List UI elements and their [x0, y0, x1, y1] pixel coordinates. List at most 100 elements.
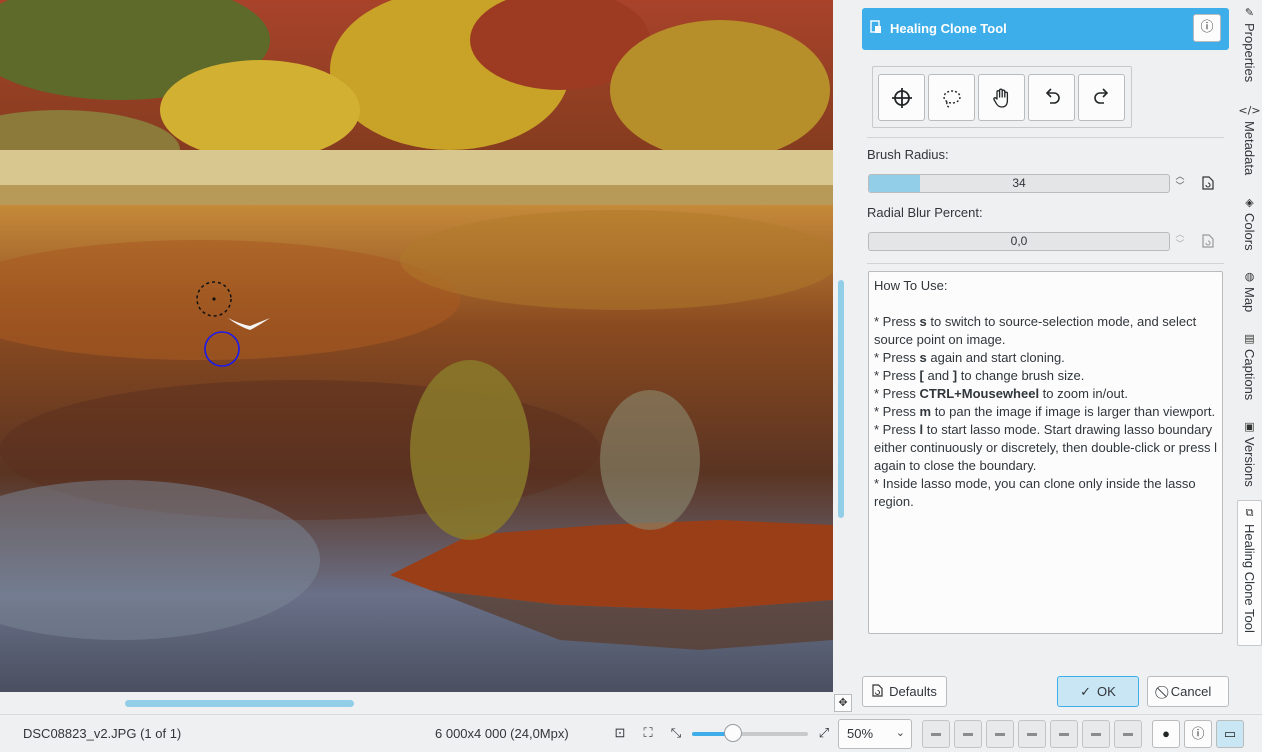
- brush-radius-slider[interactable]: 34: [868, 174, 1170, 193]
- howto-line: * Press s again and start cloning.: [874, 349, 1217, 367]
- tool-toolbar: [872, 66, 1132, 128]
- howto-text: to start lasso mode. Start drawing lasso…: [874, 422, 1217, 473]
- howto-text: * Press: [874, 404, 920, 419]
- howto-line: * Press [ and ] to change brush size.: [874, 367, 1217, 385]
- layout-thumbnails-button[interactable]: ▬: [922, 720, 950, 748]
- layout-filmstrip-button[interactable]: ▬: [954, 720, 982, 748]
- layout-grid-button[interactable]: ▬: [1082, 720, 1110, 748]
- zoom-slider-handle[interactable]: [723, 724, 742, 742]
- howto-text: again and start cloning.: [926, 350, 1065, 365]
- fit-to-window-icon[interactable]: ⛶: [640, 725, 656, 741]
- howto-line: * Press m to pan the image if image is l…: [874, 403, 1217, 421]
- checkmark-icon: ✓: [1080, 683, 1092, 699]
- howto-line: * Press l to start lasso mode. Start dra…: [874, 421, 1217, 475]
- info-icon: ⓘ: [1191, 726, 1205, 741]
- howto-text: to zoom in/out.: [1039, 386, 1128, 401]
- tab-metadata[interactable]: </> Metadata: [1237, 104, 1262, 175]
- tool-header: Healing Clone Tool ⓘ: [862, 8, 1229, 50]
- howto-key: CTRL+Mousewheel: [919, 386, 1040, 401]
- brush-radius-spinner[interactable]: ︿ ﹀: [1173, 172, 1187, 194]
- properties-icon: ✎: [1244, 6, 1255, 19]
- howto-text: * Press: [874, 314, 920, 329]
- chevron-down-icon: ⌄: [895, 727, 905, 739]
- lasso-icon: [942, 89, 961, 108]
- zoom-to-100-icon[interactable]: ⊡: [612, 725, 628, 741]
- tab-properties[interactable]: ✎ Properties: [1237, 6, 1262, 82]
- status-bar: DSC08823_v2.JPG (1 of 1) 6 000x4 000 (24…: [0, 714, 1262, 752]
- tab-captions[interactable]: ▤ Captions: [1237, 332, 1262, 400]
- tab-label: Properties: [1242, 23, 1257, 83]
- info-button[interactable]: ⓘ: [1193, 14, 1221, 42]
- cancel-label: Cancel: [1170, 684, 1212, 699]
- lasso-button[interactable]: [928, 74, 975, 121]
- redo-button[interactable]: [1078, 74, 1125, 121]
- tab-label: Metadata: [1242, 121, 1257, 176]
- captions-icon: ▤: [1244, 332, 1255, 345]
- radial-blur-reset-icon[interactable]: [1202, 234, 1218, 250]
- crosshair-icon: [891, 87, 912, 108]
- layout-stack-button[interactable]: ▬: [1114, 720, 1142, 748]
- select-source-button[interactable]: [878, 74, 925, 121]
- howto-line: * Press s to switch to source-selection …: [874, 313, 1217, 349]
- fit-to-selection-icon[interactable]: ⤡: [668, 725, 684, 741]
- navigate-corner-icon[interactable]: ✥: [834, 694, 852, 712]
- zoom-select[interactable]: 50% ⌄: [838, 719, 912, 749]
- image-info-button[interactable]: ●: [1152, 720, 1180, 748]
- image-canvas[interactable]: [0, 0, 833, 692]
- hand-icon: [992, 88, 1008, 108]
- howto-text: to change brush size.: [957, 368, 1085, 383]
- info-icon: ⓘ: [1200, 20, 1214, 35]
- radial-blur-value: 0,0: [1010, 234, 1028, 248]
- sidebar-tabs: ✎ Properties </> Metadata ◈ Colors ◍ Map…: [1237, 0, 1262, 714]
- radial-blur-label: Radial Blur Percent:: [867, 205, 983, 220]
- tab-label: Healing Clone Tool: [1242, 524, 1257, 633]
- tool-panel: Healing Clone Tool ⓘ Brush Radius: 34 ︿ ﹀…: [855, 0, 1235, 714]
- howto-text: How To Use:: [874, 278, 948, 293]
- tab-map[interactable]: ◍ Map: [1237, 270, 1262, 312]
- tab-label: Colors: [1242, 213, 1257, 251]
- layout-split-button[interactable]: ▬: [986, 720, 1014, 748]
- brush-radius-label: Brush Radius:: [867, 147, 949, 162]
- tab-label: Versions: [1242, 437, 1257, 487]
- metadata-icon: </>: [1238, 104, 1261, 117]
- undo-button[interactable]: [1028, 74, 1075, 121]
- image-dimensions: 6 000x4 000 (24,0Mpx): [435, 726, 569, 741]
- redo-icon: [1093, 87, 1108, 104]
- tab-healing-clone-tool[interactable]: ⧉ Healing Clone Tool: [1237, 500, 1262, 646]
- about-button[interactable]: ⓘ: [1184, 720, 1212, 748]
- how-to-use-text: How To Use: * Press s to switch to source…: [868, 271, 1223, 634]
- zoom-fit-icon[interactable]: ⤢: [816, 725, 832, 741]
- layout-preview-button[interactable]: ▬: [1050, 720, 1078, 748]
- howto-text: * Press: [874, 368, 920, 383]
- radial-blur-slider[interactable]: 0,0: [868, 232, 1170, 251]
- versions-icon: ▣: [1244, 420, 1255, 433]
- photo-preview: [0, 0, 833, 692]
- howto-text: * Press: [874, 350, 920, 365]
- defaults-button[interactable]: Defaults: [862, 676, 947, 707]
- tab-versions[interactable]: ▣ Versions: [1237, 420, 1262, 487]
- horizontal-scrollbar[interactable]: [125, 700, 354, 707]
- document-icon: [872, 683, 883, 700]
- zoom-slider[interactable]: [692, 724, 808, 742]
- tab-colors[interactable]: ◈ Colors: [1237, 196, 1262, 251]
- ok-label: OK: [1097, 684, 1116, 699]
- preview-toggle-button[interactable]: ▭: [1216, 720, 1244, 748]
- filename-label: DSC08823_v2.JPG (1 of 1): [23, 726, 182, 741]
- globe-icon: ◍: [1244, 270, 1255, 283]
- vertical-scrollbar[interactable]: [838, 280, 844, 518]
- healing-clone-icon: ⧉: [1245, 506, 1254, 519]
- radial-blur-spinner[interactable]: ︿ ﹀: [1173, 230, 1187, 252]
- howto-blank-line: [874, 295, 1217, 313]
- monitor-icon: ▭: [1223, 726, 1237, 741]
- healing-clone-icon: [870, 20, 882, 38]
- cancel-button[interactable]: ⃠ Cancel: [1147, 676, 1229, 707]
- undo-icon: [1045, 87, 1060, 104]
- ok-button[interactable]: ✓ OK: [1057, 676, 1139, 707]
- howto-text: * Press: [874, 422, 920, 437]
- zoom-value: 50%: [847, 726, 874, 741]
- defaults-label: Defaults: [889, 684, 937, 699]
- move-image-button[interactable]: [978, 74, 1025, 121]
- howto-text: and: [927, 368, 953, 383]
- brush-radius-reset-icon[interactable]: [1202, 176, 1218, 192]
- layout-compare-button[interactable]: ▬: [1018, 720, 1046, 748]
